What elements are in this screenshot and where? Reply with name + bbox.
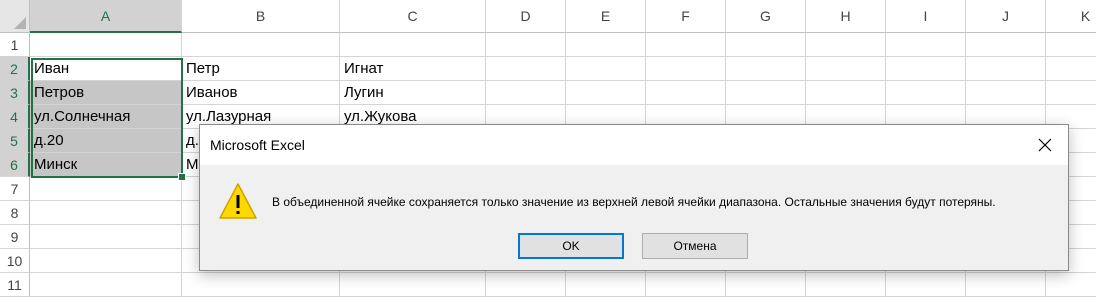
row-header-2[interactable]: 2 [0, 57, 30, 81]
cell-a3[interactable]: Петров [30, 81, 182, 105]
cell-g3[interactable] [726, 81, 806, 105]
row-header-8[interactable]: 8 [0, 201, 30, 225]
cell-f11[interactable] [646, 273, 726, 297]
cell-j2[interactable] [966, 57, 1046, 81]
cell-k1[interactable] [1046, 33, 1096, 57]
cell-f2[interactable] [646, 57, 726, 81]
cell-c3[interactable]: Лугин [340, 81, 486, 105]
cell-d11[interactable] [486, 273, 566, 297]
column-header-f[interactable]: F [646, 0, 726, 33]
cell-e11[interactable] [566, 273, 646, 297]
column-header-g[interactable]: G [726, 0, 806, 33]
column-header-h[interactable]: H [806, 0, 886, 33]
cell-b2[interactable]: Петр [182, 57, 340, 81]
dialog-titlebar[interactable]: Microsoft Excel [200, 125, 1068, 165]
dialog-title: Microsoft Excel [210, 137, 305, 153]
row-header-10[interactable]: 10 [0, 249, 30, 273]
cell-d3[interactable] [486, 81, 566, 105]
cell-a7[interactable] [30, 177, 182, 201]
cell-h2[interactable] [806, 57, 886, 81]
cell-e3[interactable] [566, 81, 646, 105]
row-header-5[interactable]: 5 [0, 129, 30, 153]
cell-k2[interactable] [1046, 57, 1096, 81]
column-header-b[interactable]: B [182, 0, 340, 33]
cell-h3[interactable] [806, 81, 886, 105]
column-header-i[interactable]: I [886, 0, 966, 33]
cell-k11[interactable] [1046, 273, 1096, 297]
cell-i1[interactable] [886, 33, 966, 57]
cell-c1[interactable] [340, 33, 486, 57]
cell-f1[interactable] [646, 33, 726, 57]
cell-a1[interactable] [30, 33, 182, 57]
cancel-button[interactable]: Отмена [642, 233, 748, 259]
cell-i11[interactable] [886, 273, 966, 297]
column-header-a[interactable]: A [30, 0, 182, 33]
row-header-9[interactable]: 9 [0, 225, 30, 249]
cell-a11[interactable] [30, 273, 182, 297]
warning-icon [218, 181, 258, 221]
cell-i3[interactable] [886, 81, 966, 105]
column-header-k[interactable]: K [1046, 0, 1096, 33]
cell-a4[interactable]: ул.Солнечная [30, 105, 182, 129]
cell-j3[interactable] [966, 81, 1046, 105]
row-header-3[interactable]: 3 [0, 81, 30, 105]
cell-f3[interactable] [646, 81, 726, 105]
cell-b11[interactable] [182, 273, 340, 297]
row-header-1[interactable]: 1 [0, 33, 30, 57]
row-header-6[interactable]: 6 [0, 153, 30, 177]
cell-i2[interactable] [886, 57, 966, 81]
cell-a10[interactable] [30, 249, 182, 273]
cell-a2[interactable]: Иван [30, 57, 182, 81]
cell-g1[interactable] [726, 33, 806, 57]
cell-e2[interactable] [566, 57, 646, 81]
cell-c2[interactable]: Игнат [340, 57, 486, 81]
cell-g11[interactable] [726, 273, 806, 297]
cell-e1[interactable] [566, 33, 646, 57]
column-header-e[interactable]: E [566, 0, 646, 33]
cell-a9[interactable] [30, 225, 182, 249]
ok-button[interactable]: OK [518, 233, 624, 259]
row-header-11[interactable]: 11 [0, 273, 30, 297]
row-header-7[interactable]: 7 [0, 177, 30, 201]
cell-j11[interactable] [966, 273, 1046, 297]
cell-a8[interactable] [30, 201, 182, 225]
message-dialog: Microsoft Excel В объединенной ячейке со… [199, 124, 1069, 271]
cell-b3[interactable]: Иванов [182, 81, 340, 105]
cell-k3[interactable] [1046, 81, 1096, 105]
cell-c11[interactable] [340, 273, 486, 297]
cell-h11[interactable] [806, 273, 886, 297]
cell-a5[interactable]: д.20 [30, 129, 182, 153]
fill-handle[interactable] [178, 173, 186, 181]
cell-d2[interactable] [486, 57, 566, 81]
column-header-d[interactable]: D [486, 0, 566, 33]
cell-h1[interactable] [806, 33, 886, 57]
select-all-corner[interactable] [0, 0, 30, 33]
cell-g2[interactable] [726, 57, 806, 81]
column-header-c[interactable]: C [340, 0, 486, 33]
column-header-j[interactable]: J [966, 0, 1046, 33]
cell-b1[interactable] [182, 33, 340, 57]
cell-d1[interactable] [486, 33, 566, 57]
cell-a6[interactable]: Минск [30, 153, 182, 177]
row-header-4[interactable]: 4 [0, 105, 30, 129]
close-icon[interactable] [1022, 125, 1068, 165]
cell-j1[interactable] [966, 33, 1046, 57]
dialog-message: В объединенной ячейке сохраняется только… [272, 195, 996, 209]
